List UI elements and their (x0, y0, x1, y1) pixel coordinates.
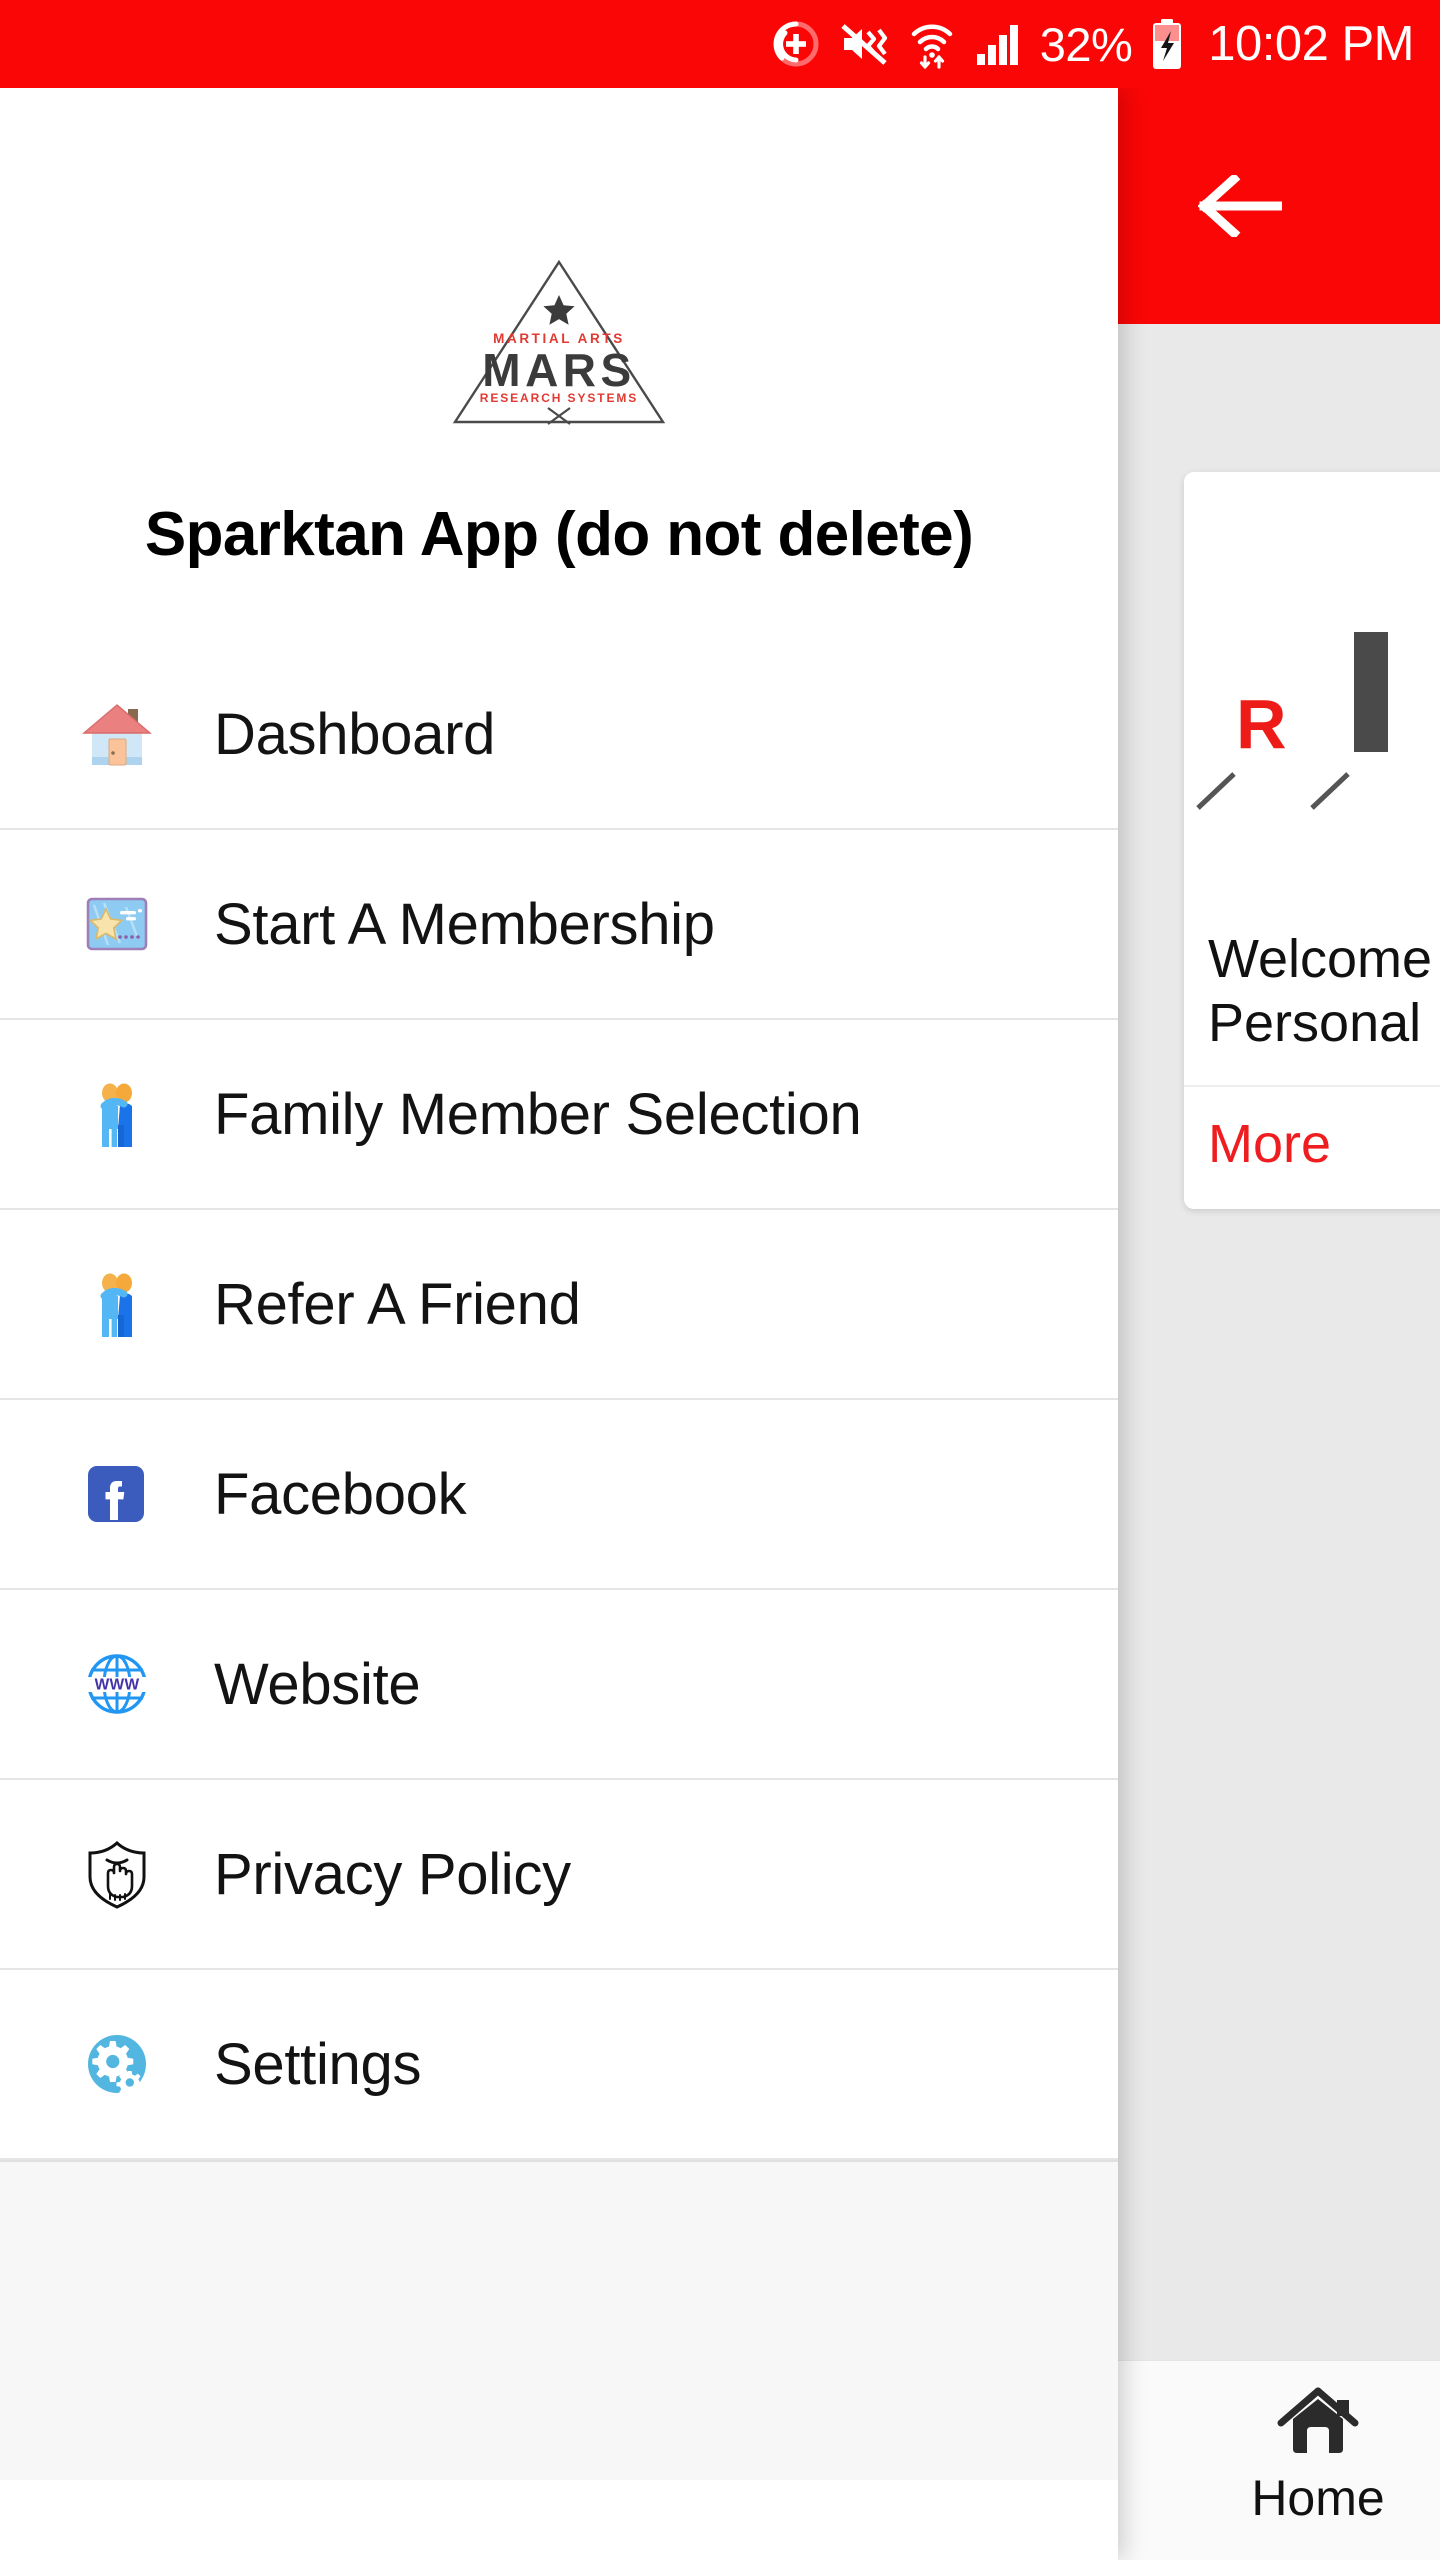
menu-item-family-member-selection[interactable]: Family Member Selection (0, 1020, 1118, 1208)
two-people-icon (78, 1265, 156, 1343)
house-icon (78, 695, 156, 773)
menu-label: Settings (214, 2031, 422, 2097)
card-media-letter: R (1236, 685, 1287, 763)
feed-card[interactable]: R Welcome Personal More (1184, 472, 1440, 1210)
navigation-drawer: MARTIAL ARTS MARS RESEARCH SYSTEMS Spark… (0, 88, 1118, 2560)
menu-item-website[interactable]: WWW Website (0, 1590, 1118, 1778)
home-icon (1277, 2387, 1359, 2453)
card-media-image: R (1184, 472, 1440, 912)
nav-home-label: Home (1251, 2470, 1385, 2526)
two-people-icon (78, 1075, 156, 1153)
ticket-star-icon (78, 885, 156, 963)
battery-charging-icon (1150, 18, 1184, 70)
card-title-line-2: Personal (1208, 992, 1422, 1053)
cellular-signal-icon (974, 20, 1022, 68)
svg-text:WWW: WWW (95, 1677, 140, 1694)
wifi-icon (908, 19, 956, 69)
card-title-line-1: Welcome (1208, 929, 1433, 989)
mars-logo-bottom-text: RESEARCH SYSTEMS (480, 391, 638, 405)
menu-item-refer-a-friend[interactable]: Refer A Friend (0, 1210, 1118, 1398)
drawer-title: Sparktan App (do not delete) (144, 500, 974, 569)
mars-logo-main-text: MARS (482, 344, 635, 396)
battery-percent-text: 32% (1039, 17, 1133, 71)
facebook-icon (78, 1455, 156, 1533)
mars-logo: MARTIAL ARTS MARS RESEARCH SYSTEMS (452, 259, 666, 425)
card-title: Welcome Personal (1184, 912, 1440, 1085)
menu-item-privacy-policy[interactable]: Privacy Policy (0, 1780, 1118, 1968)
menu-label: Privacy Policy (214, 1841, 571, 1907)
status-bar: 32% 10:02 PM (0, 0, 1440, 88)
menu-label: Website (214, 1651, 421, 1717)
gears-icon (78, 2025, 156, 2103)
do-not-disturb-icon (772, 20, 820, 68)
mute-vibrate-icon (838, 20, 890, 68)
nav-item-home[interactable]: Home (1218, 2383, 1418, 2527)
menu-label: Start A Membership (214, 891, 715, 957)
menu-item-facebook[interactable]: Facebook (0, 1400, 1118, 1588)
menu-item-dashboard[interactable]: Dashboard (0, 640, 1118, 828)
card-more-link[interactable]: More (1184, 1087, 1440, 1209)
card-logo-image: R (1196, 632, 1388, 810)
status-time-text: 10:02 PM (1208, 16, 1414, 71)
globe-www-icon: WWW (78, 1645, 156, 1723)
drawer-footer (0, 2160, 1118, 2480)
drawer-menu: Dashboard Start A Membership Family Memb… (0, 640, 1118, 2160)
back-arrow-icon (1198, 175, 1282, 237)
back-button[interactable] (1190, 156, 1290, 256)
app-screen: R Welcome Personal More Home MARTIAL ART… (0, 0, 1440, 2560)
shield-hand-icon (78, 1835, 156, 1913)
menu-label: Family Member Selection (214, 1081, 862, 1147)
menu-label: Facebook (214, 1461, 467, 1527)
menu-label: Refer A Friend (214, 1271, 581, 1337)
menu-label: Dashboard (214, 701, 496, 767)
menu-item-settings[interactable]: Settings (0, 1970, 1118, 2158)
drawer-header: MARTIAL ARTS MARS RESEARCH SYSTEMS Spark… (0, 88, 1118, 570)
menu-item-start-a-membership[interactable]: Start A Membership (0, 830, 1118, 1018)
